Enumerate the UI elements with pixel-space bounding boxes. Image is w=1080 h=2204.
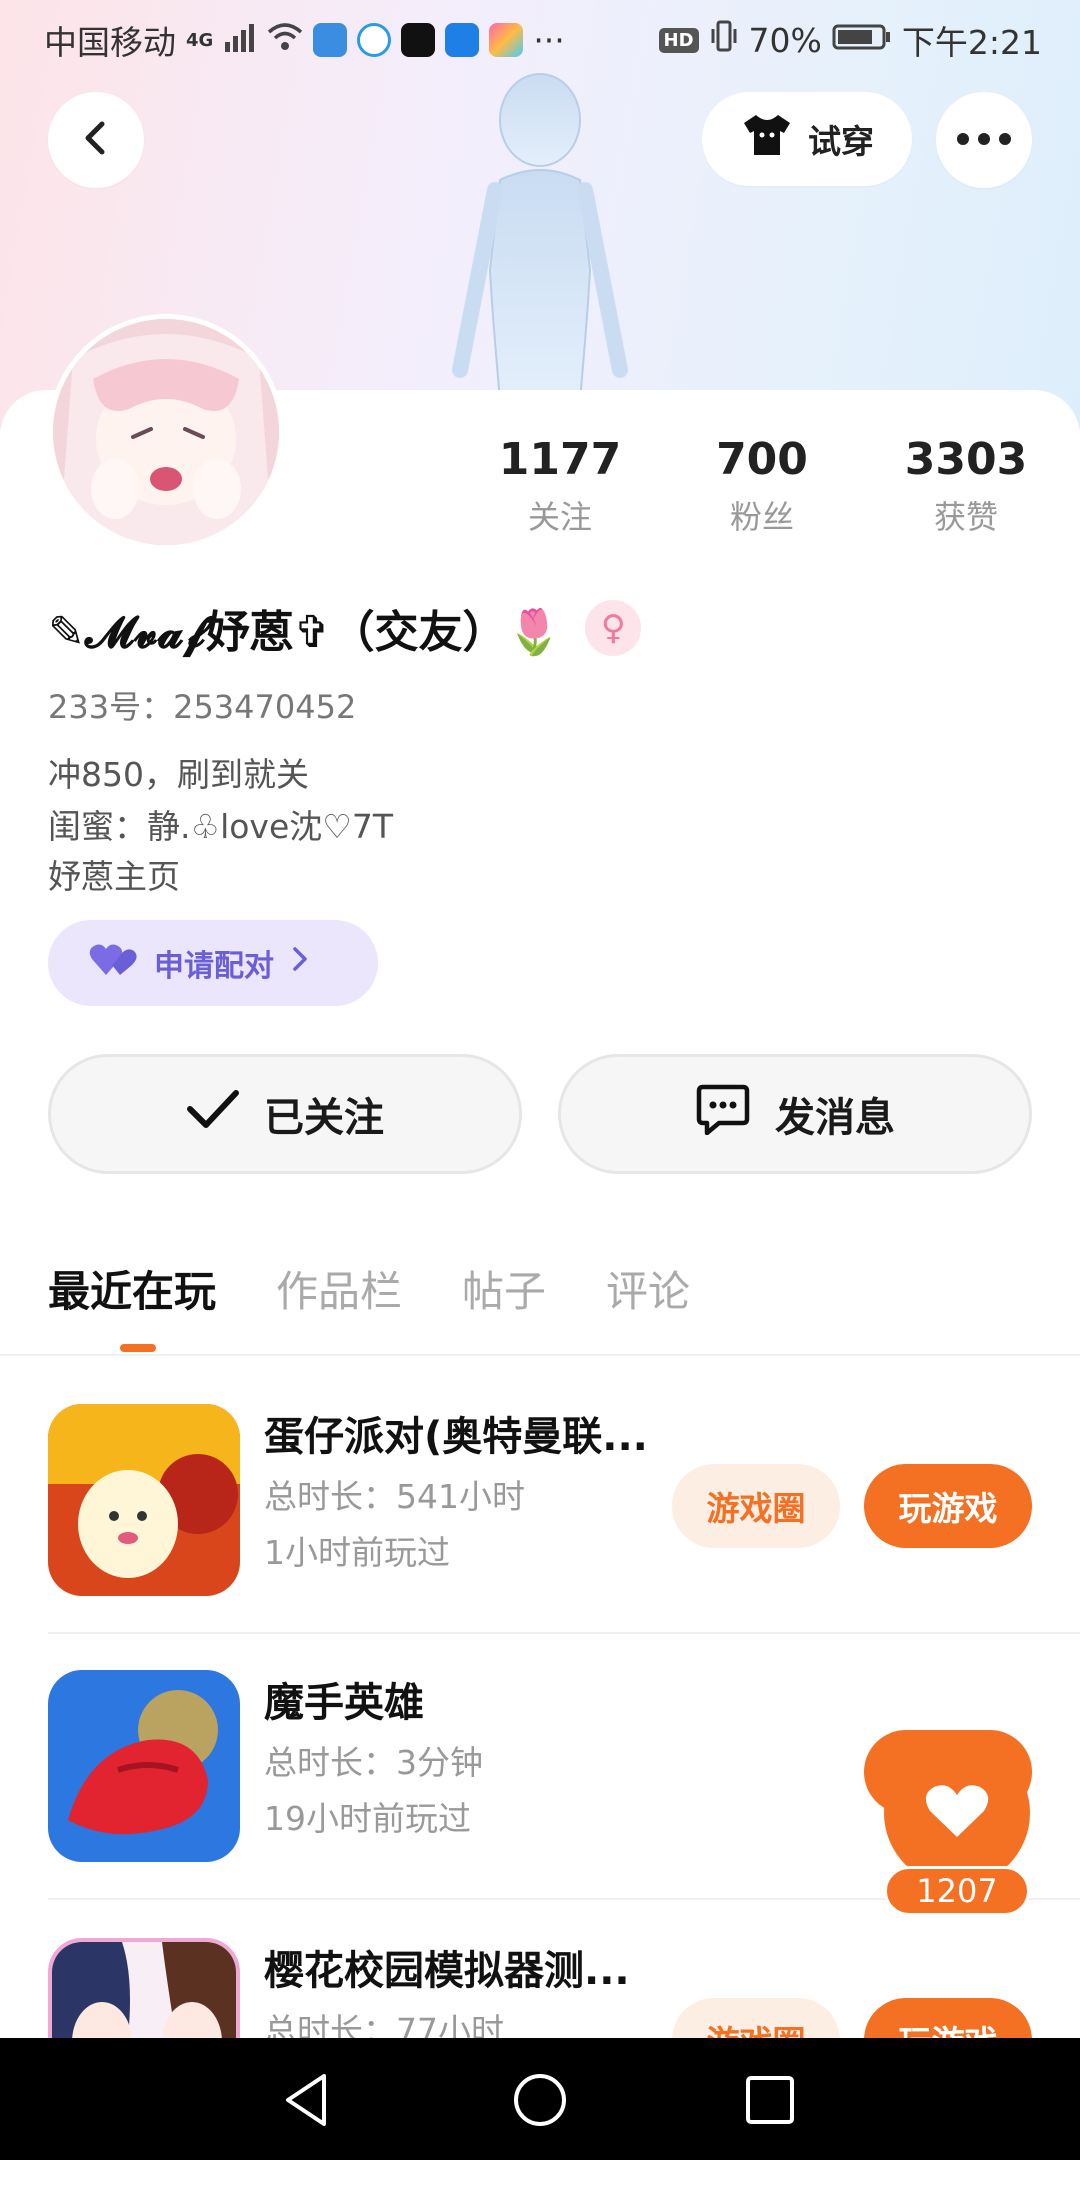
nav-recents-icon[interactable] bbox=[738, 2068, 802, 2132]
double-heart-icon bbox=[88, 941, 138, 985]
bio-line-3: 妤蒽主页 bbox=[48, 857, 180, 896]
vibrate-icon bbox=[709, 19, 739, 61]
anime-avatar-image bbox=[53, 319, 279, 545]
nickname-row: ✎𝓜𝓿𝓪𝓯妤蒽✞（交友）🌷 ♀ bbox=[48, 598, 642, 658]
followers-count: 700 bbox=[716, 434, 808, 485]
nickname: ✎𝓜𝓿𝓪𝓯妤蒽✞（交友）🌷 bbox=[48, 607, 562, 658]
bio-line-1: 冲850，刷到就关 bbox=[48, 755, 309, 794]
profile-avatar[interactable] bbox=[48, 314, 284, 550]
apply-pair-label: 申请配对 bbox=[154, 949, 274, 984]
following-label: 关注 bbox=[527, 498, 592, 536]
eggy-party-game-icon bbox=[48, 1404, 240, 1596]
user-id[interactable]: 233号：253470452 bbox=[48, 682, 356, 728]
tshirt-icon bbox=[740, 111, 794, 167]
game-title: 蛋仔派对(奥特曼联... bbox=[264, 1414, 648, 1460]
feishu-app-icon bbox=[445, 23, 480, 57]
send-message-button[interactable]: 发消息 bbox=[558, 1054, 1032, 1174]
profile-tabs: 最近在玩 作品栏 帖子 评论 bbox=[48, 1258, 690, 1318]
chevron-left-icon bbox=[76, 118, 116, 162]
active-tab-indicator bbox=[120, 1344, 156, 1352]
send-message-label: 发消息 bbox=[775, 1095, 895, 1141]
game-total-duration: 总时长：3分钟 bbox=[264, 1743, 483, 1782]
game-last-played: 1小时前玩过 bbox=[264, 1533, 450, 1572]
game-title: 魔手英雄 bbox=[264, 1680, 424, 1726]
weather-app-icon bbox=[313, 23, 348, 57]
likes-stat[interactable]: 3303 获赞 bbox=[876, 432, 1056, 538]
hd-badge: HD bbox=[658, 27, 699, 53]
tab-works[interactable]: 作品栏 bbox=[276, 1258, 402, 1318]
checkmark-icon bbox=[186, 1089, 240, 1139]
network-type: 4G bbox=[186, 29, 214, 51]
tab-comments[interactable]: 评论 bbox=[606, 1258, 690, 1318]
nav-back-icon[interactable] bbox=[276, 2068, 340, 2132]
chat-bubble-icon bbox=[695, 1083, 751, 1145]
gallery-app-icon bbox=[489, 23, 524, 57]
female-gender-icon: ♀ bbox=[585, 600, 642, 656]
game-total-duration: 总时长：541小时 bbox=[264, 1477, 525, 1516]
following-button[interactable]: 已关注 bbox=[48, 1054, 522, 1174]
nav-home-icon[interactable] bbox=[508, 2068, 572, 2132]
likes-count: 3303 bbox=[904, 434, 1028, 485]
bio-line-2: 闺蜜：静.♧love沈♡7T bbox=[48, 807, 394, 846]
following-count: 1177 bbox=[498, 434, 622, 485]
more-options-button[interactable] bbox=[936, 92, 1032, 188]
following-stat[interactable]: 1177 关注 bbox=[470, 432, 650, 538]
more-notifications: ··· bbox=[533, 20, 565, 60]
following-button-label: 已关注 bbox=[264, 1095, 384, 1141]
clock: 下午2:21 bbox=[901, 23, 1042, 62]
game-list-item[interactable]: 蛋仔派对(奥特曼联... 总时长：541小时 1小时前玩过 游戏圈 玩游戏 bbox=[0, 1404, 1080, 1670]
game-title: 樱花校园模拟器测... bbox=[264, 1948, 630, 1994]
tab-divider bbox=[0, 1354, 1080, 1356]
battery-icon bbox=[832, 21, 892, 60]
try-on-button[interactable]: 试穿 bbox=[702, 92, 912, 186]
game-circle-button[interactable]: 游戏圈 bbox=[672, 1464, 840, 1548]
3d-avatar-figure bbox=[452, 73, 628, 400]
tab-recently-played[interactable]: 最近在玩 bbox=[48, 1258, 216, 1318]
try-on-label: 试穿 bbox=[808, 122, 874, 161]
followers-stat[interactable]: 700 粉丝 bbox=[672, 432, 852, 538]
like-button[interactable] bbox=[884, 1740, 1030, 1886]
system-navigation-bar bbox=[0, 2038, 1080, 2160]
carrier-label: 中国移动 bbox=[44, 23, 176, 62]
heart-icon bbox=[924, 1781, 990, 1845]
tiktok-app-icon bbox=[401, 23, 436, 57]
play-game-button[interactable]: 玩游戏 bbox=[864, 1464, 1032, 1548]
likes-label: 获赞 bbox=[933, 498, 998, 536]
like-count: 1207 bbox=[884, 1866, 1030, 1916]
more-dots-icon bbox=[956, 131, 1012, 150]
signal-icon bbox=[223, 21, 257, 60]
game-last-played: 19小时前玩过 bbox=[264, 1799, 471, 1838]
battery-percent: 70% bbox=[748, 20, 822, 60]
chevron-right-icon bbox=[290, 945, 310, 981]
apply-pair-button[interactable]: 申请配对 bbox=[48, 920, 378, 1006]
browser-app-icon bbox=[357, 23, 392, 57]
magic-hand-hero-game-icon bbox=[48, 1670, 240, 1862]
status-bar: 中国移动 4G ··· HD 70% 下午2:21 bbox=[0, 0, 1080, 74]
back-button[interactable] bbox=[48, 92, 144, 188]
followers-label: 粉丝 bbox=[729, 498, 794, 536]
list-divider bbox=[48, 1632, 1080, 1634]
wifi-icon bbox=[267, 21, 303, 60]
tab-posts[interactable]: 帖子 bbox=[462, 1258, 546, 1318]
profile-stats: 1177 关注 700 粉丝 3303 获赞 bbox=[470, 432, 1070, 542]
